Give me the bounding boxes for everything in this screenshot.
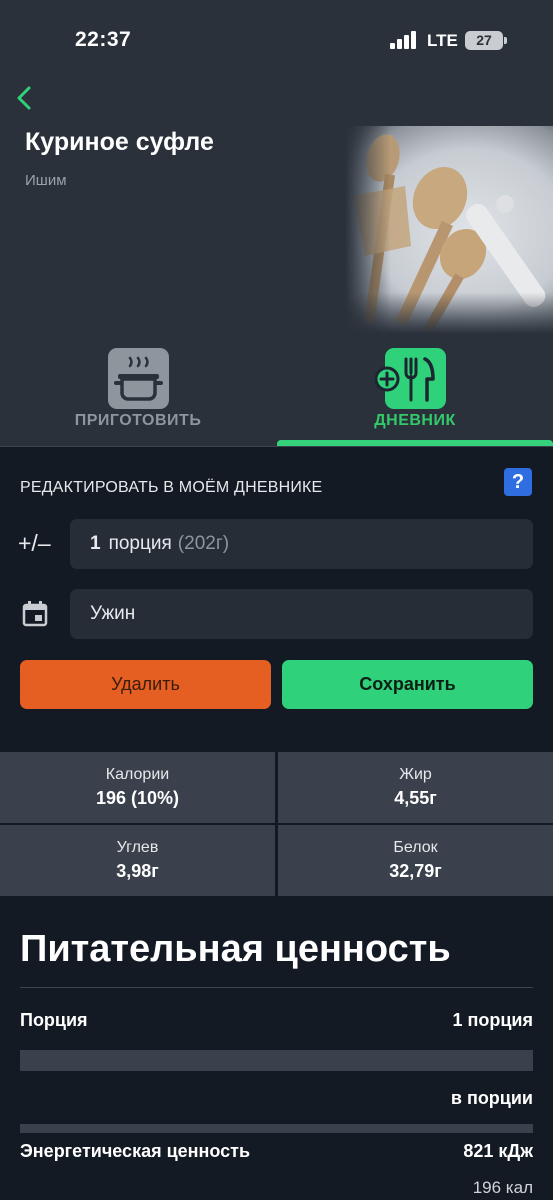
plus-minus-icon: +/– xyxy=(18,530,51,556)
recipe-subtitle: Ишим xyxy=(25,172,67,189)
nutrition-bar xyxy=(20,1050,533,1071)
summary-label: Жир xyxy=(399,766,432,783)
summary-value: 3,98г xyxy=(116,861,159,881)
portion-row-label: Порция xyxy=(20,1010,88,1030)
summary-label: Калории xyxy=(105,766,170,783)
add-to-diary-icon xyxy=(374,348,446,409)
energy-kcal: 196 кал xyxy=(472,1178,533,1197)
back-chevron-icon[interactable] xyxy=(12,84,40,112)
signal-icon xyxy=(390,31,418,49)
summary-value: 196 (10%) xyxy=(95,788,180,808)
tab-cook[interactable]: ПРИГОТОВИТЬ xyxy=(0,346,276,446)
summary-fat: Жир 4,55г xyxy=(278,752,553,823)
summary-calories: Калории 196 (10%) xyxy=(0,752,275,823)
save-button[interactable]: Сохранить xyxy=(282,660,533,709)
tab-cook-label: ПРИГОТОВИТЬ xyxy=(74,412,202,429)
tab-diary[interactable]: ДНЕВНИК xyxy=(277,346,553,446)
nutrition-bar-thin xyxy=(20,1124,533,1133)
summary-protein: Белок 32,79г xyxy=(278,825,553,896)
summary-label: Белок xyxy=(393,839,438,856)
nutrition-summary: Калории 196 (10%) Жир 4,55г Углев 3,98г … xyxy=(0,752,553,896)
recipe-title: Куриное суфле xyxy=(25,128,214,156)
nutrition-title: Питательная ценность xyxy=(20,928,451,970)
tab-diary-label: ДНЕВНИК xyxy=(374,412,456,429)
delete-button[interactable]: Удалить xyxy=(20,660,271,709)
portion-field[interactable]: 1 порция (202г) xyxy=(70,519,533,569)
recipe-header: 22:37 LTE 27 Куриное суфле Ишим ПРИГОТОВ… xyxy=(0,0,553,447)
portion-unit: порция xyxy=(108,533,172,554)
nutrition-divider xyxy=(20,987,533,988)
recipe-photo xyxy=(345,126,553,334)
per-portion-header: в порции xyxy=(450,1088,533,1108)
summary-value: 32,79г xyxy=(389,861,442,881)
summary-label: Углев xyxy=(116,839,159,856)
summary-value: 4,55г xyxy=(394,788,437,808)
edit-diary-heading: РЕДАКТИРОВАТЬ В МОЁМ ДНЕВНИКЕ xyxy=(20,479,323,496)
portion-weight: (202г) xyxy=(177,533,230,554)
tab-divider xyxy=(0,446,553,447)
help-icon[interactable]: ? xyxy=(504,468,532,496)
energy-kj: 821 кДж xyxy=(463,1141,533,1161)
portion-count: 1 xyxy=(90,533,101,554)
calendar-icon xyxy=(22,601,48,627)
photo-fade-overlay xyxy=(345,126,553,334)
portion-row-value: 1 порция xyxy=(452,1010,533,1030)
energy-label: Энергетическая ценность xyxy=(20,1141,251,1161)
meal-select[interactable]: Ужин xyxy=(70,589,533,639)
summary-carbs: Углев 3,98г xyxy=(0,825,275,896)
status-time: 22:37 xyxy=(75,28,132,51)
network-type: LTE xyxy=(427,31,458,50)
battery-icon: 27 xyxy=(465,31,507,50)
cooking-pot-icon xyxy=(108,348,169,409)
